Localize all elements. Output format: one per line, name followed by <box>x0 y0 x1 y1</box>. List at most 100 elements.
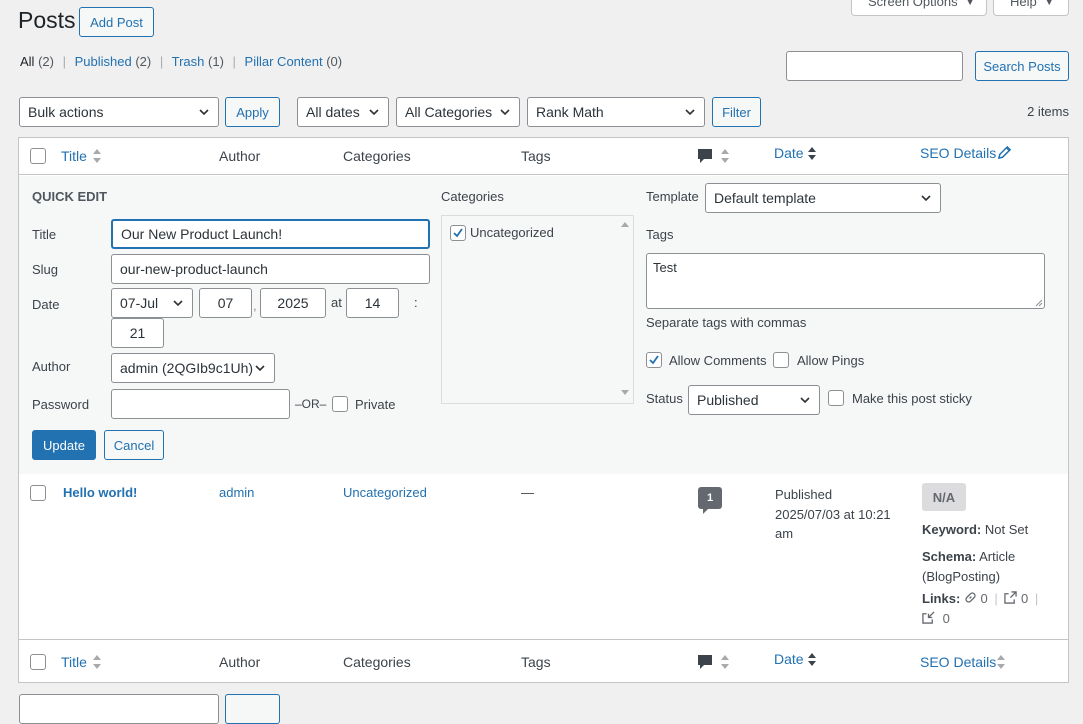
cancel-button[interactable]: Cancel <box>104 430 164 460</box>
checkmark-icon <box>453 228 463 238</box>
private-label: Private <box>355 397 396 412</box>
schema-value: Article <box>979 549 1016 564</box>
template-select[interactable]: Default template <box>705 183 941 213</box>
column-tags-footer: Tags <box>521 654 551 670</box>
chevron-down-icon <box>369 109 379 116</box>
password-field[interactable] <box>111 389 290 419</box>
links-external-count: 0 <box>1021 591 1029 606</box>
pencil-icon[interactable] <box>997 145 1012 160</box>
year-field[interactable]: 2025 <box>260 288 326 318</box>
help-button[interactable]: Help ▼ <box>993 0 1069 16</box>
separator: | <box>1034 591 1039 606</box>
dates-select[interactable]: All dates <box>297 97 389 127</box>
post-date-ampm: am <box>775 526 794 541</box>
hour-field[interactable]: 14 <box>346 288 399 318</box>
apply-button-bottom[interactable] <box>225 694 280 724</box>
filter-button[interactable]: Filter <box>712 97 761 127</box>
checkmark-icon <box>649 355 659 365</box>
search-input[interactable] <box>786 51 963 81</box>
day-field[interactable]: 07 <box>199 288 252 318</box>
post-category-link[interactable]: Uncategorized <box>343 485 427 500</box>
screen-options-label: Screen Options <box>868 0 958 9</box>
post-date: Published 2025/07/03 at 10:21 am <box>775 485 891 544</box>
items-count: 2 items <box>1027 104 1069 119</box>
bulk-actions-select[interactable]: Bulk actions <box>19 97 219 127</box>
sticky-checkbox[interactable] <box>828 390 844 406</box>
screen-options-button[interactable]: Screen Options ▼ <box>851 0 987 16</box>
comment-bubble-icon[interactable] <box>697 654 713 670</box>
chevron-down-icon <box>800 397 810 404</box>
page-title: Posts <box>18 7 76 33</box>
post-tags: — <box>521 485 534 500</box>
filter-trash[interactable]: Trash <box>172 54 205 69</box>
update-button[interactable]: Update <box>32 430 96 460</box>
quick-edit-heading: QUICK EDIT <box>32 189 108 204</box>
categories-label: Categories <box>441 189 504 204</box>
title-label: Title <box>32 227 57 242</box>
tags-textarea[interactable]: Test <box>646 253 1045 309</box>
column-seo-header[interactable]: SEO Details <box>920 145 996 161</box>
comment-bubble-icon[interactable] <box>697 148 713 164</box>
categories-select[interactable]: All Categories <box>396 97 520 127</box>
minute-field[interactable]: 21 <box>111 318 164 348</box>
private-checkbox[interactable] <box>332 396 348 412</box>
row-checkbox[interactable] <box>30 485 46 501</box>
keyword-label: Keyword: <box>922 522 982 537</box>
tags-label: Tags <box>646 227 674 242</box>
filter-all-count: (2) <box>38 54 54 69</box>
comment-count-badge[interactable]: 1 <box>698 487 722 509</box>
column-categories-header: Categories <box>343 148 411 164</box>
column-title-header[interactable]: Title <box>61 148 87 164</box>
status-select[interactable]: Published <box>688 385 820 415</box>
template-label: Template <box>646 189 699 204</box>
post-author-link[interactable]: admin <box>219 485 254 500</box>
column-title-footer[interactable]: Title <box>61 654 87 670</box>
author-select[interactable]: admin (2QGIb9c1Uh) <box>111 353 275 383</box>
filter-trash-count: (1) <box>208 54 224 69</box>
post-title-link[interactable]: Hello world! <box>63 485 137 500</box>
chevron-down-icon <box>173 300 183 307</box>
month-select[interactable]: 07-Jul <box>111 288 193 318</box>
slug-field[interactable]: our-new-product-launch <box>111 254 430 284</box>
filter-pillar-content[interactable]: Pillar Content <box>245 54 323 69</box>
status-value: Published <box>697 392 759 408</box>
sort-icon <box>997 655 1005 669</box>
schema-label: Schema: <box>922 549 977 564</box>
sort-desc-icon <box>808 653 816 666</box>
resize-handle-icon[interactable] <box>1035 299 1043 307</box>
apply-button[interactable]: Apply <box>225 97 280 127</box>
filter-all[interactable]: All <box>20 54 34 69</box>
keyword-value: Not Set <box>984 522 1029 537</box>
seo-links: Links: 0 | 0 | <box>922 591 1041 606</box>
seo-links-incoming: 0 <box>922 611 950 626</box>
bulk-actions-select-bottom[interactable] <box>19 694 219 724</box>
separator: | <box>232 54 236 69</box>
search-posts-button[interactable]: Search Posts <box>975 51 1069 81</box>
schema-sub: (BlogPosting) <box>922 568 1001 584</box>
links-incoming-count: 0 <box>942 611 950 626</box>
allow-pings-checkbox[interactable] <box>773 352 789 368</box>
column-date-footer[interactable]: Date <box>774 651 804 667</box>
internal-link-icon <box>965 592 976 603</box>
slug-label: Slug <box>32 262 59 277</box>
uncategorized-checkbox[interactable] <box>450 225 466 241</box>
month-value: 07-Jul <box>120 295 159 311</box>
rank-math-select[interactable]: Rank Math <box>527 97 705 127</box>
allow-comments-checkbox[interactable] <box>646 352 662 368</box>
select-all-checkbox-footer[interactable] <box>30 654 46 670</box>
column-date-header[interactable]: Date <box>774 145 804 161</box>
external-link-icon <box>1004 591 1018 604</box>
filter-published[interactable]: Published <box>75 54 132 69</box>
scroll-up-arrow-icon[interactable] <box>620 220 630 228</box>
select-all-checkbox[interactable] <box>30 148 46 164</box>
add-post-button[interactable]: Add Post <box>79 7 154 37</box>
help-label: Help <box>1010 0 1037 9</box>
column-tags-header: Tags <box>521 148 551 164</box>
title-field[interactable]: Our New Product Launch! <box>111 219 430 249</box>
column-seo-footer[interactable]: SEO Details <box>920 654 996 670</box>
filter-pillar-count: (0) <box>326 54 343 69</box>
links-label: Links: <box>922 591 961 606</box>
separator: | <box>62 54 66 69</box>
author-value: admin (2QGIb9c1Uh) <box>120 360 254 376</box>
scroll-down-arrow-icon[interactable] <box>620 389 630 397</box>
